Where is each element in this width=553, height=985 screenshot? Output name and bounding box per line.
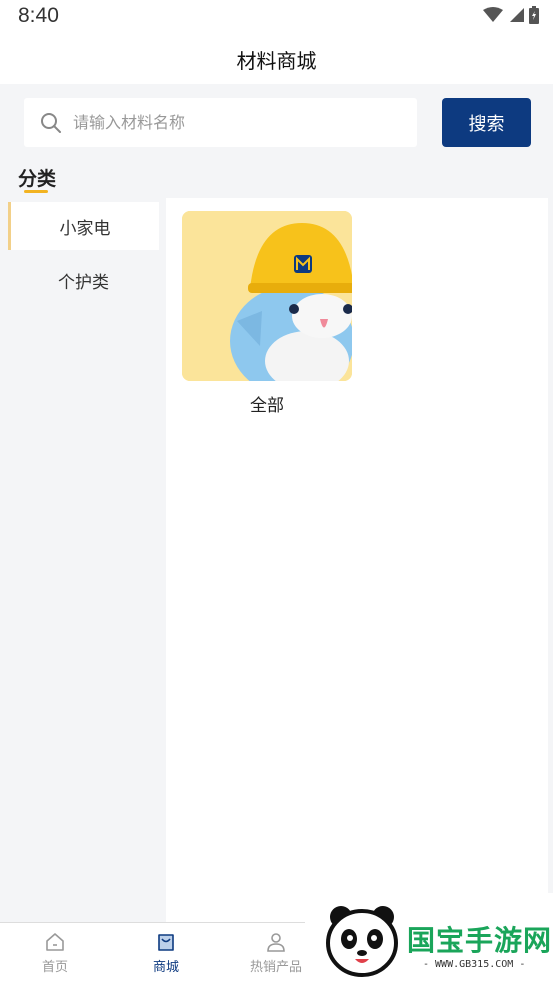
product-label: 全部 [250,396,284,416]
category-item-label: 个护类 [58,272,109,293]
search-button[interactable]: 搜索 [442,98,531,147]
status-time: 8:40 [18,4,59,27]
category-item-personal-care[interactable]: 个护类 [8,256,159,304]
section-title-underline [24,190,48,193]
status-icons [483,6,539,24]
watermark-url: - WWW.GB315.COM - [423,959,526,970]
search-icon [41,112,61,133]
mascot-image [182,211,352,381]
watermark: 国宝手游网 - WWW.GB315.COM - [305,893,553,984]
watermark-text: 国宝手游网 [407,924,553,957]
category-list [0,198,166,922]
section-title: 分类 [18,168,57,190]
product-image [182,211,352,381]
tab-home[interactable]: 首页 [10,931,100,975]
status-bar: 8:40 [0,0,553,34]
product-card[interactable]: 全部 [182,211,352,416]
battery-icon [529,6,539,24]
page-title: 材料商城 [236,48,317,73]
tab-label: 热销产品 [249,960,302,975]
person-icon [267,933,285,952]
panda-logo-icon [326,906,398,977]
wifi-icon [483,7,503,22]
category-item-small-appliance[interactable]: 小家电 [8,202,159,250]
category-item-label: 小家电 [59,218,111,239]
home-icon [46,933,64,951]
tab-label: 首页 [41,960,68,975]
title-bar: 材料商城 [0,34,553,84]
shop-icon [158,934,174,951]
tab-shop[interactable]: 商城 [121,931,211,975]
signal-icon [510,8,524,22]
search-input[interactable] [71,112,395,133]
search-box[interactable] [24,98,417,147]
tab-label: 商城 [152,960,179,975]
